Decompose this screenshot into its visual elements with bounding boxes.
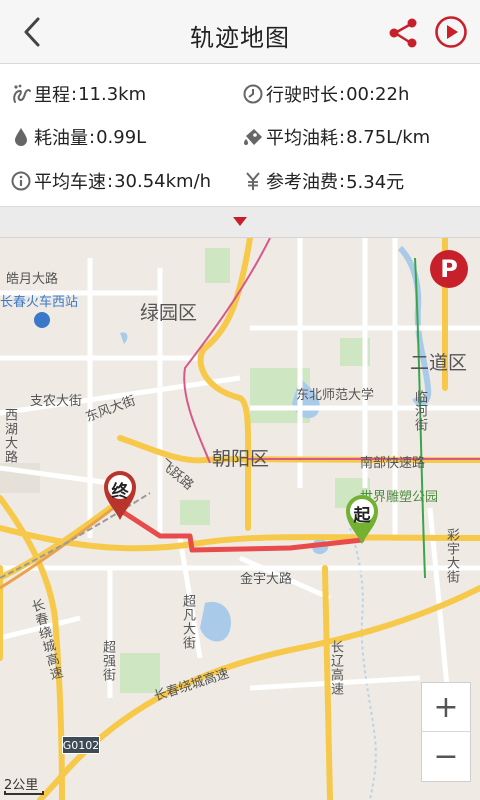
play-button[interactable]: [434, 15, 468, 49]
map-label-dongbei: 东北师范大学: [296, 388, 375, 403]
stat-value: 00:22h: [346, 83, 410, 105]
share-button[interactable]: [386, 16, 420, 50]
info-icon: [10, 170, 32, 192]
stat-duration: 行驶时长:00:22h: [242, 77, 409, 111]
footprint-icon: [10, 83, 32, 105]
collapse-toggle[interactable]: [0, 206, 480, 238]
map-label-haoyue: 皓月大路: [6, 272, 59, 287]
stat-avg-speed: 平均车速:30.54km/h: [10, 164, 211, 198]
stat-value: 8.75L/km: [346, 126, 431, 148]
fuel-tag-icon: [242, 126, 264, 148]
highway-badge: G0102: [62, 736, 100, 754]
clock-icon: [242, 83, 264, 105]
map-label-nanbu: 南部快速路: [360, 456, 426, 471]
stat-avg-fuel: 平均油耗:8.75L/km: [242, 120, 430, 154]
parking-button[interactable]: P: [430, 250, 468, 288]
stat-fuel: 耗油量:0.99L: [10, 120, 146, 154]
start-label: 起: [353, 506, 371, 526]
map-label-xihu: 西湖大路: [2, 408, 17, 464]
map-label-linhe: 临河街: [412, 390, 427, 432]
end-pin[interactable]: 终: [100, 468, 140, 522]
map-label-erdao: 二道区: [410, 352, 468, 374]
droplet-icon: [10, 126, 32, 148]
trip-stats-panel: 里程:11.3km 行驶时长:00:22h 耗油量:0.99L 平均油耗:8.7…: [0, 64, 480, 206]
share-icon: [389, 18, 417, 48]
stat-value: 0.99L: [96, 126, 147, 148]
map-label-changchun-west: 长春火车西站: [0, 295, 79, 310]
station-icon: [34, 312, 50, 328]
app-screen: 轨迹地图 里程:11.3km 行驶时长: 00:22h 耗油量: 0.99L…: [0, 0, 480, 800]
stat-label: 平均油耗: [266, 128, 338, 149]
stat-label: 行驶时长: [266, 85, 338, 106]
map-label-chaofan: 超凡大街: [180, 594, 195, 650]
map-roads: [0, 238, 480, 800]
stat-label: 参考油费: [266, 172, 338, 193]
caret-down-icon: [233, 217, 247, 226]
play-icon: [435, 16, 467, 48]
map-label-chaoyang: 朝阳区: [212, 448, 270, 470]
map-label-zhinong: 支农大街: [30, 394, 83, 409]
map-label-changliao: 长辽高速: [328, 640, 343, 696]
yuan-icon: [242, 170, 264, 192]
start-pin[interactable]: 起: [342, 492, 382, 546]
map-label-chaoqiang: 超强街: [100, 640, 115, 682]
stat-label: 平均车速: [34, 172, 106, 193]
stat-value: 30.54km/h: [114, 170, 212, 192]
title-bar: 轨迹地图: [0, 0, 480, 64]
zoom-controls: + −: [421, 682, 471, 782]
stat-value: 5.34元: [346, 172, 405, 193]
zoom-out-button[interactable]: −: [422, 732, 470, 781]
stat-cost: 参考油费:5.34元: [242, 164, 404, 198]
stat-label: 耗油量: [34, 128, 88, 149]
stat-label: 里程: [34, 85, 70, 106]
map-label-jinyu: 金宇大路: [240, 572, 293, 587]
map-view[interactable]: 皓月大路 长春火车西站 绿园区 二道区 支农大街 东风大街 西湖大路 东北师范大…: [0, 238, 480, 800]
stat-mileage: 里程:11.3km: [10, 77, 146, 111]
map-scale-bar: [4, 791, 44, 795]
map-label-caiyu: 彩宇大街: [444, 528, 459, 584]
end-label: 终: [111, 482, 129, 502]
map-label-lvyuan: 绿园区: [140, 302, 198, 324]
stat-value: 11.3km: [78, 83, 147, 105]
zoom-in-button[interactable]: +: [422, 683, 470, 732]
